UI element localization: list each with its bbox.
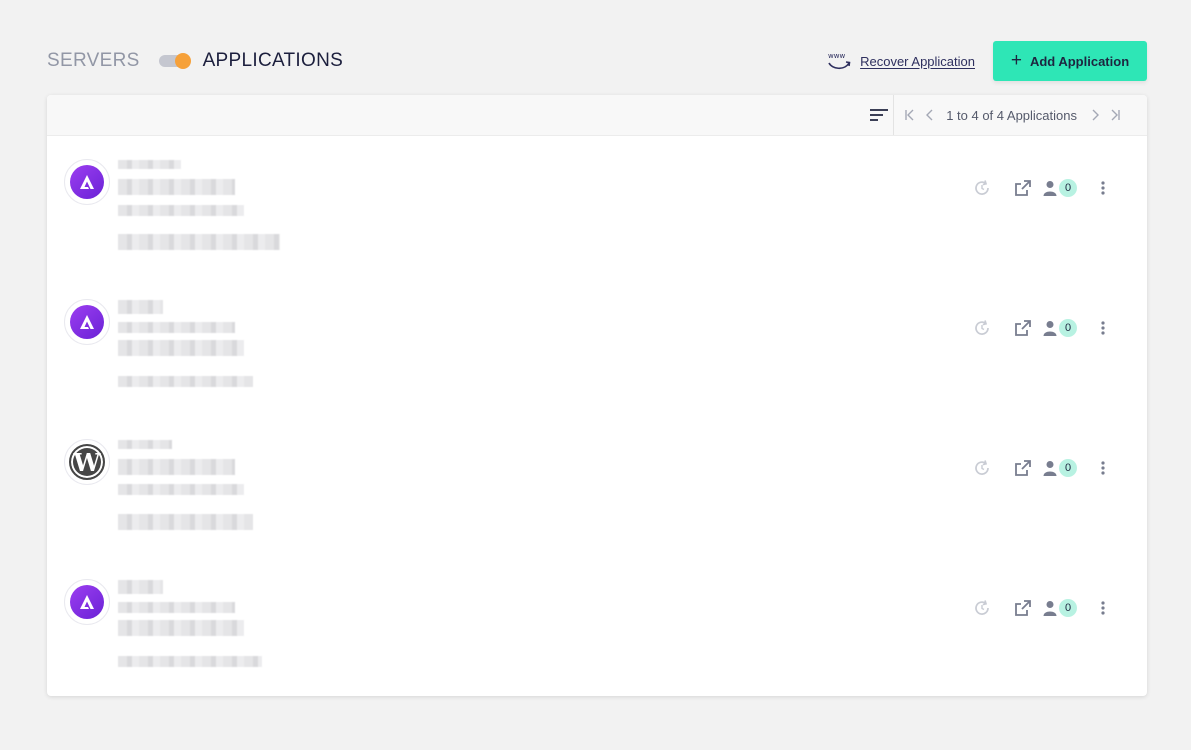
- refresh-icon: [975, 600, 989, 615]
- external-link-icon: [1015, 180, 1031, 196]
- add-application-label: Add Application: [1029, 53, 1130, 69]
- app-server-redacted: [118, 620, 244, 636]
- refresh-icon: [975, 180, 989, 195]
- app-users[interactable]: 0: [1043, 459, 1077, 477]
- plus-icon: +: [1010, 49, 1022, 71]
- app-name-redacted: [118, 300, 163, 314]
- app-users[interactable]: 0: [1043, 319, 1077, 337]
- user-count-badge: 0: [1059, 319, 1077, 337]
- refresh-button[interactable]: [968, 594, 996, 622]
- last-page-icon: [1111, 109, 1120, 121]
- more-options-button[interactable]: [1089, 454, 1117, 482]
- app-server-redacted: [118, 340, 244, 356]
- open-external-button[interactable]: [1009, 174, 1037, 202]
- next-page-button[interactable]: [1085, 105, 1105, 125]
- row-actions: 0: [968, 174, 1117, 202]
- more-options-button[interactable]: [1089, 314, 1117, 342]
- sort-icon: [869, 109, 888, 121]
- kebab-menu-icon: [1101, 181, 1105, 195]
- row-actions: 0: [968, 594, 1117, 622]
- external-link-icon: [1015, 320, 1031, 336]
- add-application-button[interactable]: + Add Application: [993, 41, 1147, 81]
- kebab-menu-icon: [1101, 321, 1105, 335]
- refresh-button[interactable]: [968, 454, 996, 482]
- user-icon: [1043, 461, 1057, 476]
- app-logo: [64, 159, 110, 205]
- user-count-badge: 0: [1059, 179, 1077, 197]
- user-icon: [1043, 321, 1057, 336]
- row-actions: 0: [968, 454, 1117, 482]
- servers-applications-toggle[interactable]: [158, 53, 191, 69]
- app-domain-redacted: [118, 322, 235, 333]
- open-external-button[interactable]: [1009, 594, 1037, 622]
- user-icon: [1043, 601, 1057, 616]
- chevron-left-icon: [926, 109, 933, 121]
- page-header: SERVERS APPLICATIONS www Recover Applica…: [47, 40, 1147, 82]
- last-page-button[interactable]: [1105, 105, 1125, 125]
- recover-application-link[interactable]: www Recover Application: [826, 50, 975, 72]
- user-count-badge: 0: [1059, 599, 1077, 617]
- more-options-button[interactable]: [1089, 174, 1117, 202]
- refresh-button[interactable]: [968, 174, 996, 202]
- app-server-redacted: [118, 205, 244, 216]
- astra-logo-icon: [70, 585, 104, 619]
- kebab-menu-icon: [1101, 461, 1105, 475]
- astra-logo-icon: [70, 165, 104, 199]
- pagination: 1 to 4 of 4 Applications: [900, 95, 1147, 135]
- recover-application-label: Recover Application: [860, 53, 975, 69]
- applications-card: 1 to 4 of 4 Applications 0 0 W 0 0: [47, 95, 1147, 696]
- astra-logo-icon: [70, 305, 104, 339]
- app-details-redacted: [118, 376, 253, 387]
- external-link-icon: [1015, 600, 1031, 616]
- app-details-redacted: [118, 656, 262, 667]
- more-options-button[interactable]: [1089, 594, 1117, 622]
- refresh-icon: [975, 460, 989, 475]
- app-logo: [64, 579, 110, 625]
- app-users[interactable]: 0: [1043, 179, 1077, 197]
- application-row[interactable]: W 0: [47, 416, 1147, 556]
- app-logo: [64, 299, 110, 345]
- application-row[interactable]: 0: [47, 556, 1147, 696]
- toggle-knob: [174, 53, 191, 69]
- wordpress-logo-icon: W: [69, 444, 105, 480]
- external-link-icon: [1015, 460, 1031, 476]
- app-server-redacted: [118, 484, 244, 495]
- chevron-right-icon: [1092, 109, 1099, 121]
- first-page-button[interactable]: [900, 105, 920, 125]
- refresh-button[interactable]: [968, 314, 996, 342]
- open-external-button[interactable]: [1009, 454, 1037, 482]
- app-domain-redacted: [118, 459, 235, 475]
- header-actions: www Recover Application + Add Applicatio…: [826, 41, 1147, 81]
- app-logo: W: [64, 439, 110, 485]
- www-recover-icon: www: [828, 52, 851, 70]
- application-row[interactable]: 0: [47, 136, 1147, 276]
- open-external-button[interactable]: [1009, 314, 1037, 342]
- row-actions: 0: [968, 314, 1117, 342]
- www-icon-text: www: [828, 52, 845, 60]
- refresh-icon: [975, 320, 989, 335]
- view-switch: SERVERS APPLICATIONS: [47, 50, 343, 72]
- servers-tab[interactable]: SERVERS: [47, 50, 140, 72]
- app-name-redacted: [118, 160, 181, 169]
- app-details-redacted: [118, 514, 253, 530]
- app-name-redacted: [118, 440, 172, 449]
- applications-tab[interactable]: APPLICATIONS: [203, 50, 344, 72]
- app-name-redacted: [118, 580, 163, 594]
- pagination-text: 1 to 4 of 4 Applications: [946, 107, 1077, 123]
- app-domain-redacted: [118, 179, 235, 195]
- list-toolbar: 1 to 4 of 4 Applications: [47, 95, 1147, 136]
- app-domain-redacted: [118, 602, 235, 613]
- prev-page-button[interactable]: [920, 105, 940, 125]
- application-row[interactable]: 0: [47, 276, 1147, 416]
- first-page-icon: [905, 109, 914, 121]
- sort-button[interactable]: [864, 95, 895, 135]
- user-icon: [1043, 181, 1057, 196]
- kebab-menu-icon: [1101, 601, 1105, 615]
- user-count-badge: 0: [1059, 459, 1077, 477]
- app-details-redacted: [118, 234, 280, 250]
- app-users[interactable]: 0: [1043, 599, 1077, 617]
